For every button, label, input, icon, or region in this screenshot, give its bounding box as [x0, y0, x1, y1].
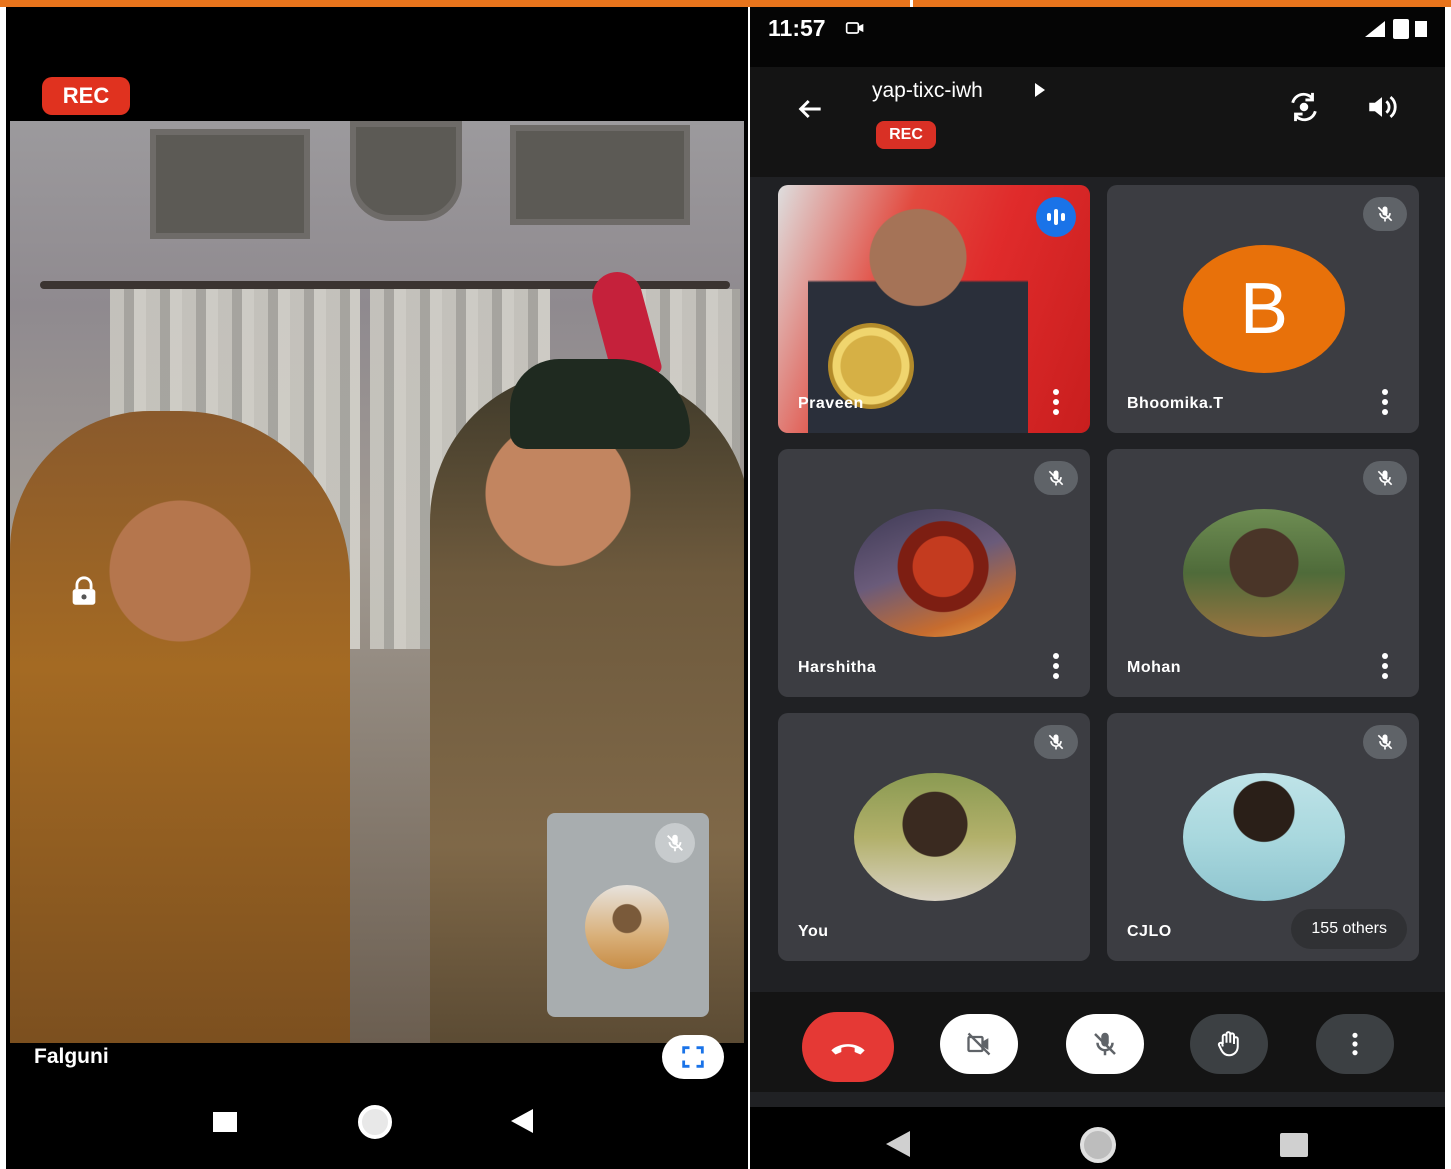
- rec-badge: REC: [876, 121, 936, 149]
- participant-name: Falguni: [34, 1045, 109, 1068]
- mic-off-icon: [1363, 725, 1407, 759]
- avatar: [854, 773, 1016, 901]
- top-accent-bar: [0, 0, 1451, 7]
- meeting-header: yap-tixc-iwh REC: [750, 67, 1445, 177]
- more-options-icon[interactable]: [1381, 653, 1389, 679]
- back-arrow-icon[interactable]: [790, 89, 830, 129]
- speaker-icon[interactable]: [1360, 87, 1404, 127]
- participant-name: Praveen: [798, 395, 864, 412]
- clock: 11:57: [768, 15, 826, 41]
- participant-tile-cjlo[interactable]: CJLO 155 others: [1107, 713, 1419, 961]
- speaking-indicator-icon: [1036, 197, 1076, 237]
- person-woman: [10, 411, 350, 1043]
- more-options-icon[interactable]: [1381, 389, 1389, 415]
- raise-hand-button[interactable]: [1190, 1014, 1268, 1074]
- more-options-button[interactable]: [1316, 1014, 1394, 1074]
- participant-tile-praveen[interactable]: Praveen: [778, 185, 1090, 433]
- participant-name: Bhoomika.T: [1127, 395, 1224, 412]
- mic-off-icon: [1034, 725, 1078, 759]
- back-icon[interactable]: [886, 1131, 910, 1157]
- participant-name: CJLO: [1127, 923, 1172, 940]
- back-icon[interactable]: [511, 1109, 533, 1133]
- rec-badge: REC: [42, 77, 130, 115]
- participant-tile-bhoomika[interactable]: B Bhoomika.T: [1107, 185, 1419, 433]
- wall-clock: [350, 121, 462, 221]
- recent-apps-icon[interactable]: [1280, 1133, 1308, 1157]
- participant-name: You: [798, 923, 829, 940]
- avatar: [1183, 773, 1345, 901]
- lock-icon[interactable]: [62, 570, 106, 614]
- status-bar: 11:57: [750, 7, 1445, 67]
- screen-record-icon: [845, 22, 864, 34]
- participant-name: Mohan: [1127, 659, 1182, 676]
- mic-off-icon: [1363, 197, 1407, 231]
- others-count-button[interactable]: 155 others: [1291, 909, 1407, 949]
- self-avatar: [585, 885, 669, 969]
- fullscreen-icon[interactable]: [662, 1035, 724, 1079]
- android-nav-bar: [6, 1087, 748, 1147]
- signal-battery-icons: [1359, 17, 1431, 47]
- participant-grid: Praveen B Bhoomika.T Harshitha Mohan You…: [750, 177, 1445, 977]
- mic-off-icon: [1034, 461, 1078, 495]
- participant-name: Harshitha: [798, 659, 877, 676]
- avatar: [1183, 509, 1345, 637]
- participant-tile-harshitha[interactable]: Harshitha: [778, 449, 1090, 697]
- switch-camera-icon[interactable]: [1282, 87, 1326, 127]
- top-bar-divider: [910, 0, 913, 7]
- meeting-code[interactable]: yap-tixc-iwh: [872, 79, 983, 103]
- home-icon[interactable]: [1080, 1127, 1116, 1163]
- android-nav-bar: [750, 1107, 1445, 1169]
- right-phone-screen: 11:57 yap-tixc-iwh REC Praveen B Bhoomik…: [750, 7, 1445, 1169]
- mic-off-icon: [1363, 461, 1407, 495]
- left-phone-screen: REC Falguni: [6, 7, 748, 1169]
- more-options-icon[interactable]: [1052, 389, 1060, 415]
- expand-triangle-icon[interactable]: [1035, 83, 1045, 97]
- avatar: B: [1183, 245, 1345, 373]
- wall-picture-frame: [510, 125, 690, 225]
- self-view-pip[interactable]: [547, 813, 709, 1017]
- more-options-icon[interactable]: [1052, 653, 1060, 679]
- participant-tile-you[interactable]: You: [778, 713, 1090, 961]
- home-icon[interactable]: [358, 1105, 392, 1139]
- hang-up-button[interactable]: [802, 1012, 894, 1082]
- recent-apps-icon[interactable]: [213, 1112, 237, 1132]
- wall-picture-frame: [150, 129, 310, 239]
- mic-off-icon: [655, 823, 695, 863]
- camera-off-button[interactable]: [940, 1014, 1018, 1074]
- avatar: [854, 509, 1016, 637]
- participant-tile-mohan[interactable]: Mohan: [1107, 449, 1419, 697]
- mic-off-button[interactable]: [1066, 1014, 1144, 1074]
- call-controls: [750, 992, 1445, 1092]
